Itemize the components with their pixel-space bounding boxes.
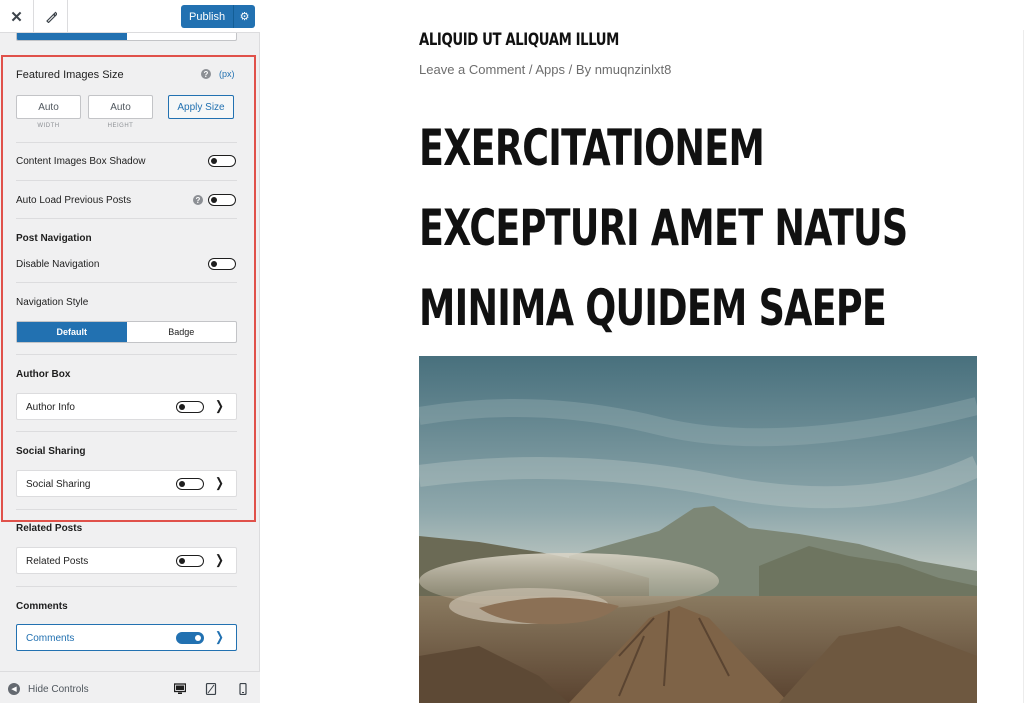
- author-info-toggle[interactable]: [176, 401, 204, 413]
- divider: [16, 142, 237, 143]
- divider: [16, 354, 237, 355]
- post-meta: Leave a Comment / Apps / By nmuqnzinlxt8: [419, 62, 671, 77]
- social-sharing-label: Social Sharing: [26, 479, 91, 490]
- author-info-row[interactable]: Author Info ❯: [16, 393, 237, 420]
- collapse-icon: ◀: [8, 683, 20, 695]
- publish-label: Publish: [189, 10, 226, 23]
- author-link[interactable]: nmuqnzinlxt8: [595, 62, 672, 77]
- divider: [16, 509, 237, 510]
- width-input[interactable]: Auto: [16, 95, 81, 119]
- tablet-icon[interactable]: [205, 683, 217, 695]
- navigation-style-default[interactable]: Default: [17, 322, 127, 342]
- volcano-landscape-image: [419, 356, 977, 703]
- navigation-style-badge[interactable]: Badge: [127, 322, 237, 342]
- hide-controls-label: Hide Controls: [28, 683, 89, 695]
- author-box-heading: Author Box: [16, 369, 71, 380]
- social-sharing-toggle[interactable]: [176, 478, 204, 490]
- divider: [16, 282, 237, 283]
- content-images-box-shadow-toggle[interactable]: [208, 155, 236, 167]
- close-icon: ✕: [10, 8, 23, 26]
- disable-navigation-label: Disable Navigation: [16, 259, 100, 270]
- apply-size-button[interactable]: Apply Size: [168, 95, 234, 119]
- category-link[interactable]: Apps: [535, 62, 565, 77]
- height-input[interactable]: Auto: [88, 95, 153, 119]
- auto-load-previous-posts-toggle[interactable]: [208, 194, 236, 206]
- divider: [16, 180, 237, 181]
- gear-icon[interactable]: ⚙: [233, 5, 255, 28]
- meta-separator: /: [528, 62, 533, 77]
- featured-image[interactable]: [419, 356, 977, 703]
- paintbrush-icon: [45, 11, 57, 23]
- featured-images-size-label: Featured Images Size: [16, 69, 124, 81]
- desktop-icon[interactable]: [174, 683, 186, 695]
- chevron-right-icon[interactable]: ❯: [215, 552, 224, 568]
- unit-label: (px): [219, 69, 235, 79]
- divider: [16, 218, 237, 219]
- navigation-style-selector: Default Badge: [16, 321, 237, 343]
- post-navigation-heading: Post Navigation: [16, 233, 92, 244]
- archive-title[interactable]: ALIQUID UT ALIQUAM ILLUM: [419, 30, 619, 50]
- publish-button[interactable]: Publish ⚙: [181, 5, 255, 28]
- comments-label: Comments: [26, 633, 75, 644]
- style-button[interactable]: [34, 0, 68, 33]
- divider: [16, 431, 237, 432]
- disable-navigation-toggle[interactable]: [208, 258, 236, 270]
- comments-toggle[interactable]: [176, 632, 204, 644]
- related-posts-heading: Related Posts: [16, 523, 83, 534]
- chevron-right-icon[interactable]: ❯: [215, 475, 224, 491]
- content-images-box-shadow-label: Content Images Box Shadow: [16, 156, 146, 167]
- chevron-right-icon[interactable]: ❯: [215, 629, 224, 645]
- tab-switcher[interactable]: [16, 33, 237, 41]
- hide-controls-button[interactable]: ◀ Hide Controls: [8, 683, 89, 695]
- controls-scroll-area: Featured Images Size ? (px) Auto Auto Ap…: [0, 33, 260, 670]
- related-posts-toggle[interactable]: [176, 555, 204, 567]
- site-preview: ALIQUID UT ALIQUAM ILLUM Leave a Comment…: [261, 0, 1024, 703]
- related-posts-label: Related Posts: [26, 556, 89, 567]
- help-icon[interactable]: ?: [193, 195, 203, 205]
- customizer-topbar: ✕ Publish ⚙: [0, 0, 260, 33]
- navigation-style-label: Navigation Style: [16, 297, 89, 308]
- meta-separator: /: [568, 62, 573, 77]
- social-sharing-heading: Social Sharing: [16, 446, 86, 457]
- leave-comment-link[interactable]: Leave a Comment: [419, 62, 525, 77]
- chevron-right-icon[interactable]: ❯: [215, 398, 224, 414]
- divider: [16, 586, 237, 587]
- author-info-label: Author Info: [26, 402, 75, 413]
- auto-load-previous-posts-label: Auto Load Previous Posts: [16, 195, 132, 206]
- height-label: HEIGHT: [107, 123, 134, 129]
- comments-heading: Comments: [16, 601, 68, 612]
- comments-row[interactable]: Comments ❯: [16, 624, 237, 651]
- customizer-footer: ◀ Hide Controls: [0, 671, 260, 703]
- close-button[interactable]: ✕: [0, 0, 34, 33]
- customizer-panel: ✕ Publish ⚙ Featured Images Size ? (px) …: [0, 0, 260, 703]
- width-label: WIDTH: [37, 123, 60, 129]
- social-sharing-row[interactable]: Social Sharing ❯: [16, 470, 237, 497]
- help-icon[interactable]: ?: [201, 69, 211, 79]
- related-posts-row[interactable]: Related Posts ❯: [16, 547, 237, 574]
- by-label: By: [575, 62, 592, 77]
- mobile-icon[interactable]: [237, 683, 249, 695]
